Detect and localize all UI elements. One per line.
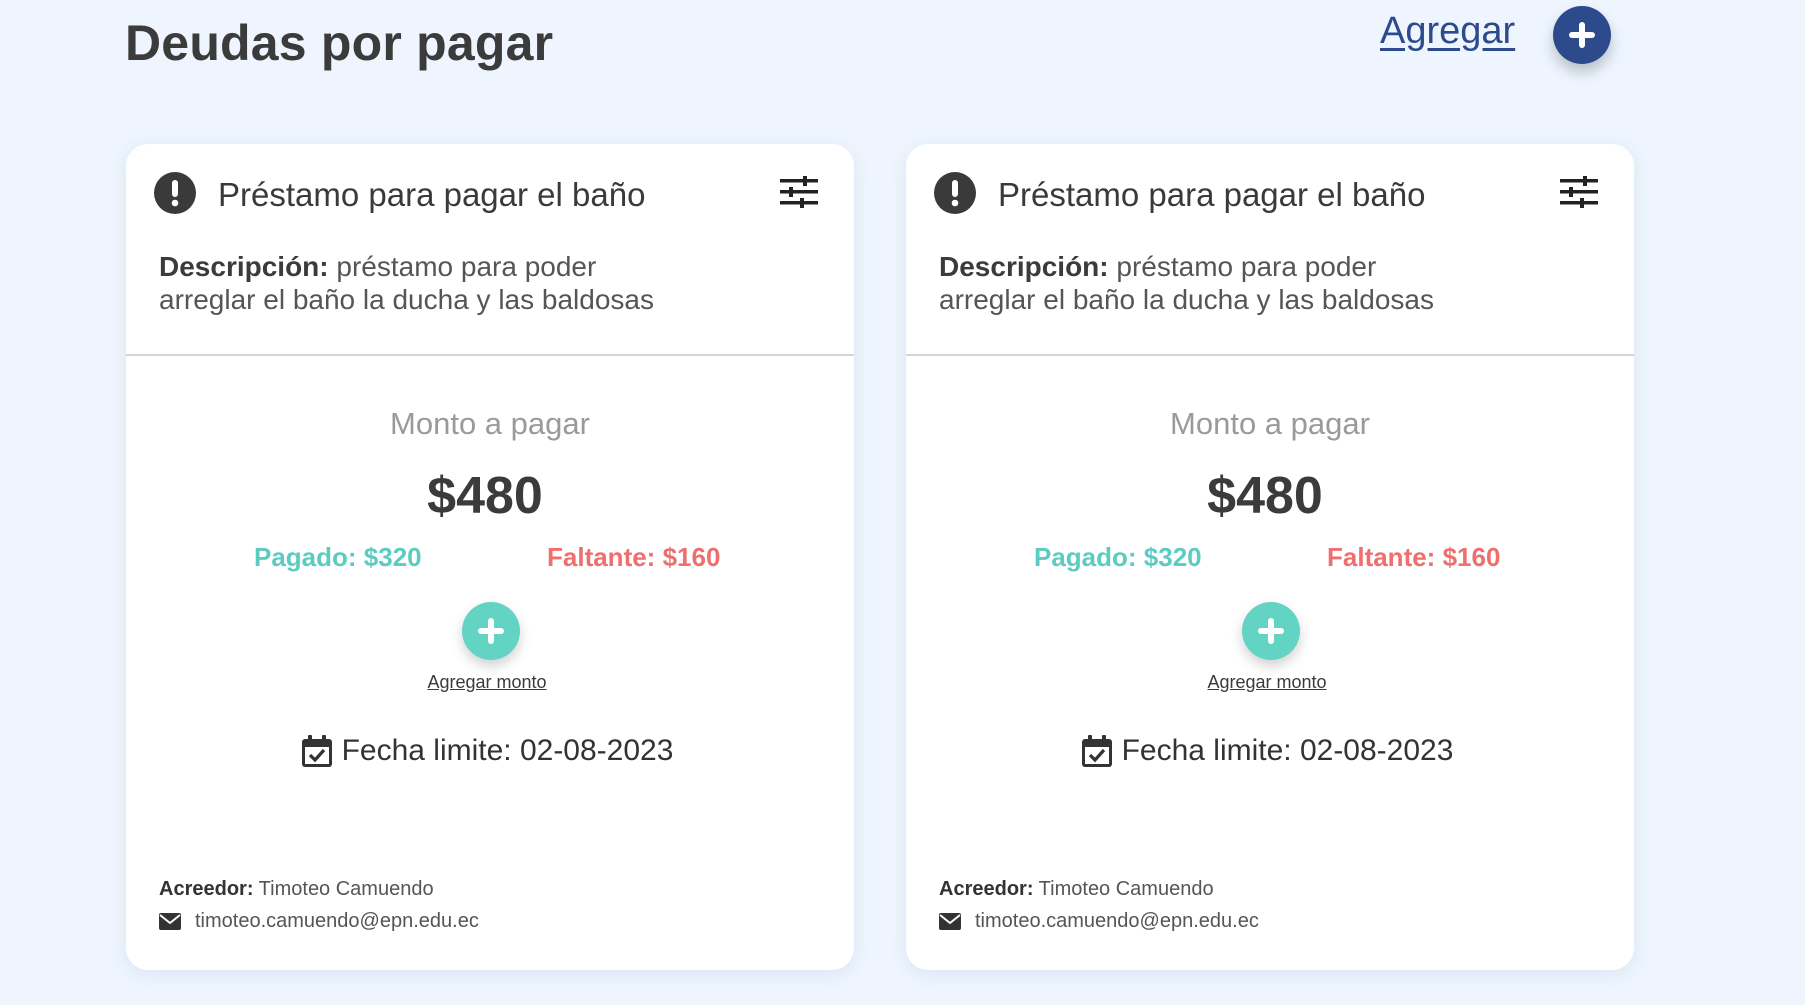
calendar-check-icon [301,735,332,767]
amount-label: Monto a pagar [390,406,590,441]
paid-amount: Pagado: $320 [1034,542,1202,572]
sliders-icon[interactable] [1560,176,1598,208]
creditor-name: Timoteo Camuendo [253,878,434,900]
description-label: Descripción: [159,251,329,282]
missing-amount: Faltante: $160 [547,542,721,572]
paid-amount: Pagado: $320 [254,542,422,572]
creditor: Acreedor: Timoteo Camuendo [939,878,1214,901]
debt-card: Préstamo para pagar el baño Descripción:… [126,144,854,970]
creditor: Acreedor: Timoteo Camuendo [159,878,434,901]
due-date: Fecha limite: 02-08-2023 [906,734,1634,768]
sliders-icon[interactable] [780,176,818,208]
creditor-label: Acreedor: [159,878,254,900]
due-date-text: Fecha limite: 02-08-2023 [341,734,674,767]
add-amount-link[interactable]: Agregar monto [126,672,854,693]
due-date-text: Fecha limite: 02-08-2023 [1121,734,1454,767]
description-label: Descripción: [939,251,1109,282]
card-description: Descripción: préstamo para poder arregla… [159,250,699,316]
plus-icon [478,618,504,644]
envelope-icon [159,913,181,930]
card-description: Descripción: préstamo para poder arregla… [939,250,1479,316]
amount-value: $480 [1207,467,1323,525]
plus-icon [1569,22,1595,48]
add-amount-button[interactable] [1242,602,1300,660]
plus-icon [1258,618,1284,644]
email-text: timoteo.camuendo@epn.edu.ec [195,910,479,932]
card-title: Préstamo para pagar el baño [998,176,1426,213]
card-title: Préstamo para pagar el baño [218,176,646,213]
add-amount-button[interactable] [462,602,520,660]
creditor-name: Timoteo Camuendo [1033,878,1214,900]
add-amount-link[interactable]: Agregar monto [906,672,1634,693]
creditor-email: timoteo.camuendo@epn.edu.ec [939,910,1259,933]
amount-label: Monto a pagar [1170,406,1370,441]
creditor-email: timoteo.camuendo@epn.edu.ec [159,910,479,933]
email-text: timoteo.camuendo@epn.edu.ec [975,910,1259,932]
envelope-icon [939,913,961,930]
add-debt-link[interactable]: Agregar [1380,10,1515,53]
exclamation-circle-icon [934,172,976,214]
due-date: Fecha limite: 02-08-2023 [126,734,854,768]
debt-card: Préstamo para pagar el baño Descripción:… [906,144,1634,970]
exclamation-circle-icon [154,172,196,214]
calendar-check-icon [1081,735,1112,767]
creditor-label: Acreedor: [939,878,1034,900]
amount-value: $480 [427,467,543,525]
add-debt-button[interactable] [1553,6,1611,64]
page-title: Deudas por pagar [125,15,554,71]
card-header: Préstamo para pagar el baño Descripción:… [906,144,1634,356]
card-header: Préstamo para pagar el baño Descripción:… [126,144,854,356]
missing-amount: Faltante: $160 [1327,542,1501,572]
